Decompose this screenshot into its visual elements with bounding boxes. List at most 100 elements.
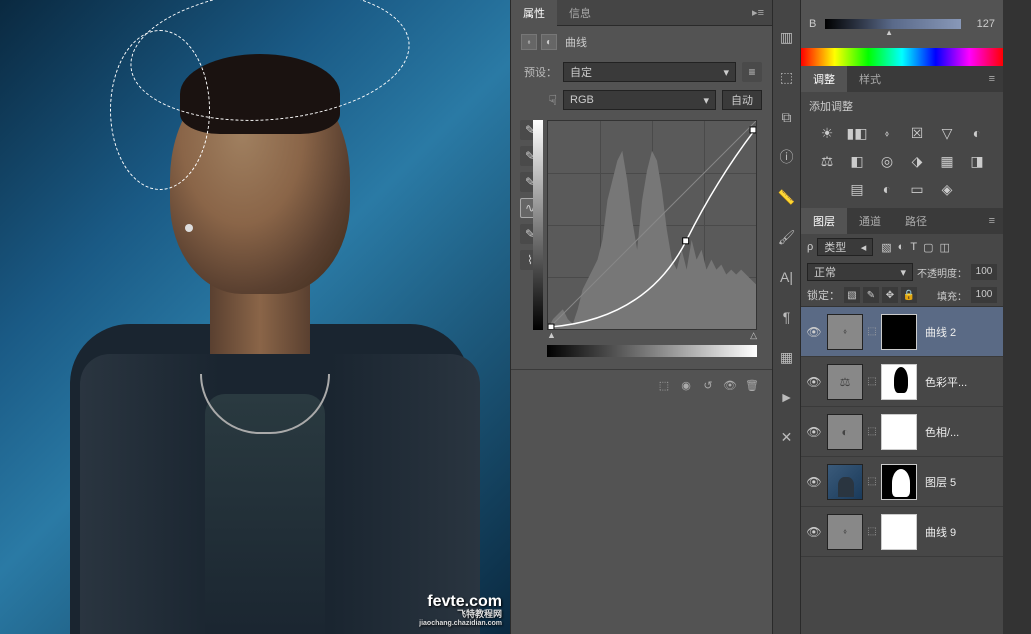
b-channel-value[interactable]: 127: [965, 18, 995, 30]
layer-row[interactable]: 👁 ⬫ ⬚ 曲线 9: [801, 507, 1003, 557]
gradient-map-icon[interactable]: ▭: [907, 180, 927, 198]
color-spectrum[interactable]: [801, 48, 1003, 66]
channel-dropdown[interactable]: RGB▾: [563, 90, 716, 110]
layer-name[interactable]: 曲线 9: [925, 524, 956, 540]
filter-smart-icon[interactable]: ◫: [939, 241, 949, 254]
timeline-panel-icon[interactable]: ►: [776, 386, 798, 408]
swatches-panel-icon[interactable]: ▦: [776, 346, 798, 368]
toggle-visibility-icon[interactable]: 👁: [720, 376, 740, 394]
levels-icon[interactable]: ▮◧: [847, 124, 867, 142]
invert-icon[interactable]: ◨: [967, 152, 987, 170]
image-thumbnail[interactable]: [827, 464, 863, 500]
visibility-toggle-icon[interactable]: 👁: [805, 425, 823, 439]
ruler-panel-icon[interactable]: 📏: [776, 186, 798, 208]
visibility-toggle-icon[interactable]: 👁: [805, 475, 823, 489]
layer-mask-thumbnail[interactable]: [881, 414, 917, 450]
tab-info[interactable]: 信息: [557, 0, 603, 26]
tab-properties[interactable]: 属性: [511, 0, 557, 26]
layer-name[interactable]: 色彩平...: [925, 374, 967, 390]
curves-icon[interactable]: ⬫: [877, 124, 897, 142]
lock-position-icon[interactable]: ✥: [882, 287, 898, 303]
mask-link-icon[interactable]: ⬚: [867, 426, 877, 437]
layer-filter-dropdown[interactable]: 类型◂: [817, 238, 873, 256]
blend-mode-dropdown[interactable]: 正常▾: [807, 263, 913, 281]
mask-link-icon[interactable]: ⬚: [867, 326, 877, 337]
lookup-icon[interactable]: ▦: [937, 152, 957, 170]
exposure-icon[interactable]: ☒: [907, 124, 927, 142]
visibility-toggle-icon[interactable]: 👁: [805, 525, 823, 539]
channel-mixer-icon[interactable]: ⬗: [907, 152, 927, 170]
tools-panel-icon[interactable]: ✕: [776, 426, 798, 448]
mask-icon[interactable]: ◐: [541, 34, 557, 50]
lock-pixels-icon[interactable]: ✎: [863, 287, 879, 303]
posterize-icon[interactable]: ▤: [847, 180, 867, 198]
layer-mask-thumbnail[interactable]: [881, 364, 917, 400]
mask-link-icon[interactable]: ⬚: [867, 526, 877, 537]
tab-styles[interactable]: 样式: [847, 66, 893, 92]
filter-adjust-icon[interactable]: ◐: [898, 241, 905, 254]
auto-button[interactable]: 自动: [722, 90, 762, 110]
color-balance-icon[interactable]: ⚖: [817, 152, 837, 170]
adjustment-thumbnail[interactable]: ⬫: [827, 514, 863, 550]
finger-tool-icon[interactable]: ☟: [521, 92, 557, 109]
layer-row[interactable]: 👁 ⬚ 图层 5: [801, 457, 1003, 507]
reset-icon[interactable]: ↺: [698, 376, 718, 394]
delete-adjustment-icon[interactable]: 🗑: [742, 376, 762, 394]
curve-line[interactable]: [548, 121, 756, 329]
preset-dropdown[interactable]: 自定▾: [563, 62, 736, 82]
layer-name[interactable]: 色相/...: [925, 424, 959, 440]
filter-pixel-icon[interactable]: ▧: [881, 241, 891, 254]
clip-to-layer-icon[interactable]: ⬚: [654, 376, 674, 394]
fill-value[interactable]: 100: [971, 287, 997, 303]
navigator-panel-icon[interactable]: ⬚: [776, 66, 798, 88]
brightness-icon[interactable]: ☀: [817, 124, 837, 142]
visibility-toggle-icon[interactable]: 👁: [805, 375, 823, 389]
lock-transparency-icon[interactable]: ▧: [844, 287, 860, 303]
threshold-icon[interactable]: ◐: [877, 180, 897, 198]
bw-icon[interactable]: ◧: [847, 152, 867, 170]
layer-mask-thumbnail[interactable]: [881, 314, 917, 350]
panel-menu-icon[interactable]: ▸≡: [744, 2, 772, 23]
panel-menu-icon[interactable]: ≡: [981, 211, 1003, 231]
visibility-toggle-icon[interactable]: 👁: [805, 325, 823, 339]
vibrance-icon[interactable]: ▽: [937, 124, 957, 142]
mask-link-icon[interactable]: ⬚: [867, 476, 877, 487]
layer-name[interactable]: 曲线 2: [925, 324, 956, 340]
curves-graph[interactable]: [547, 120, 757, 330]
opacity-label: 不透明度：: [917, 265, 967, 280]
tab-layers[interactable]: 图层: [801, 208, 847, 234]
tab-paths[interactable]: 路径: [893, 208, 939, 234]
panel-menu-icon[interactable]: ≡: [981, 69, 1003, 89]
tab-adjustments[interactable]: 调整: [801, 66, 847, 92]
b-channel-slider[interactable]: ▲: [825, 19, 961, 29]
info-panel-icon[interactable]: ⓘ: [776, 146, 798, 168]
filter-shape-icon[interactable]: ▢: [923, 241, 933, 254]
hue-sat-icon[interactable]: ◐: [967, 124, 987, 142]
clone-panel-icon[interactable]: ⧉: [776, 106, 798, 128]
layer-row[interactable]: 👁 ◐ ⬚ 色相/...: [801, 407, 1003, 457]
brush-panel-icon[interactable]: 🖌: [776, 226, 798, 248]
view-previous-icon[interactable]: ◉: [676, 376, 696, 394]
adjustment-thumbnail[interactable]: ◐: [827, 414, 863, 450]
mask-link-icon[interactable]: ⬚: [867, 376, 877, 387]
opacity-value[interactable]: 100: [971, 264, 997, 280]
tab-channels[interactable]: 通道: [847, 208, 893, 234]
filter-type-icon[interactable]: T: [910, 241, 917, 254]
character-panel-icon[interactable]: A|: [776, 266, 798, 288]
input-sliders[interactable]: ▲△: [547, 330, 757, 341]
layer-mask-thumbnail[interactable]: [881, 464, 917, 500]
lock-all-icon[interactable]: 🔒: [901, 287, 917, 303]
layer-mask-thumbnail[interactable]: [881, 514, 917, 550]
histogram-panel-icon[interactable]: ▥: [776, 26, 798, 48]
photo-filter-icon[interactable]: ◎: [877, 152, 897, 170]
document-canvas[interactable]: fevte.com 飞特教程网 jiaochang.chazidian.com: [0, 0, 510, 634]
layer-name[interactable]: 图层 5: [925, 474, 956, 490]
layer-row[interactable]: 👁 ⚖ ⬚ 色彩平...: [801, 357, 1003, 407]
selection-marquee[interactable]: [110, 30, 210, 190]
preset-menu-icon[interactable]: ≡: [742, 62, 762, 82]
adjustment-thumbnail[interactable]: ⬫: [827, 314, 863, 350]
paragraph-panel-icon[interactable]: ¶: [776, 306, 798, 328]
selective-color-icon[interactable]: ◈: [937, 180, 957, 198]
layer-row[interactable]: 👁 ⬫ ⬚ 曲线 2: [801, 307, 1003, 357]
adjustment-thumbnail[interactable]: ⚖: [827, 364, 863, 400]
